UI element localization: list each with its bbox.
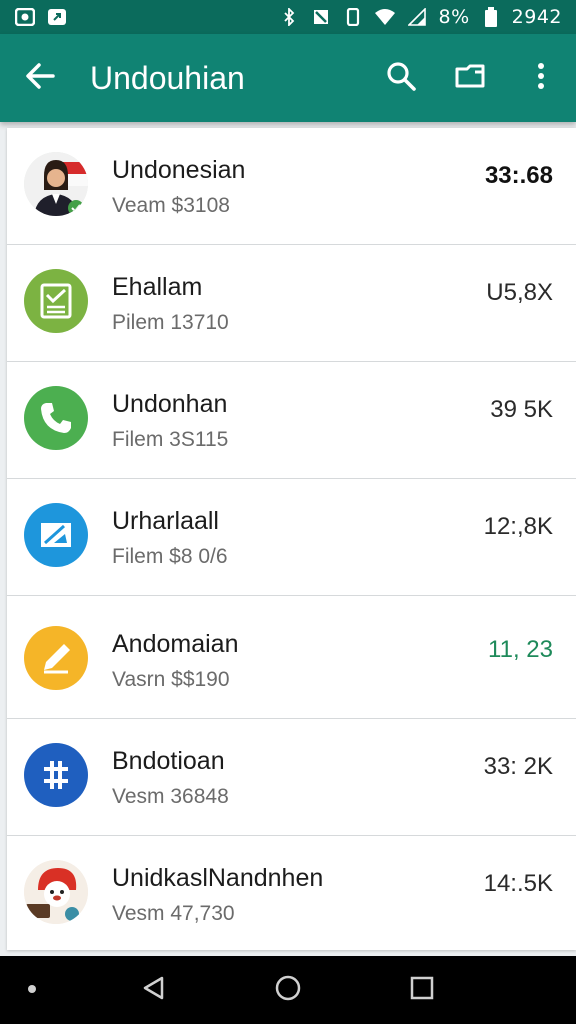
item-size: 33: 2K [483, 753, 553, 780]
list-item[interactable]: Ehallam Pilem 13710 U5,8X [7, 245, 576, 362]
status-bar: 8% 2942 [0, 0, 576, 34]
item-size: 11, 23 [488, 636, 553, 663]
item-subtitle: Vesm 47,730 [112, 902, 235, 925]
item-title: Urharlaall [112, 507, 219, 535]
item-title: Andomaian [112, 630, 239, 658]
item-title: UnidkaslNandnhen [112, 864, 324, 892]
list-item[interactable]: Bndotioan Vesm 36848 33: 2K [7, 719, 576, 836]
status-left [14, 7, 68, 27]
item-subtitle: Vesm 36848 [112, 785, 229, 808]
item-subtitle: Filem $8 0/6 [112, 545, 228, 568]
recents-square-icon [410, 976, 434, 1005]
arrow-back-icon [25, 62, 55, 95]
battery-icon [480, 7, 502, 27]
status-right: 8% 2942 [278, 6, 562, 28]
battery-percent: 8% [438, 6, 470, 28]
slider-icon [24, 743, 88, 807]
app-bar: Undouhian [0, 34, 576, 122]
clipboard-check-icon [24, 269, 88, 333]
back-triangle-icon [141, 975, 165, 1006]
nav-back-button[interactable] [108, 956, 198, 1024]
wifi-icon [374, 7, 396, 27]
search-button[interactable] [366, 34, 436, 122]
message-icon [46, 7, 68, 27]
person-avatar-icon [24, 152, 88, 216]
list-item[interactable]: Undonesian Veam $3108 33:.68 [7, 128, 576, 245]
pencil-icon [24, 626, 88, 690]
list-item[interactable]: Undonhan Filem 3S115 39 5K [7, 362, 576, 479]
item-title: Undonhan [112, 390, 228, 418]
page-title: Undouhian [90, 59, 245, 96]
item-subtitle: Filem 3S115 [112, 428, 229, 451]
dot-icon [27, 981, 37, 999]
list-item[interactable]: Andomaian Vasrn $$190 11, 23 [7, 602, 576, 719]
list-item[interactable]: Urharlaall Filem $8 0/6 12:,8K [7, 479, 576, 596]
home-circle-icon [274, 974, 302, 1007]
item-subtitle: Pilem 13710 [112, 311, 229, 334]
clock: 2942 [511, 6, 562, 28]
gallery-icon [14, 7, 36, 27]
phone-icon [24, 386, 88, 450]
item-subtitle: Vasrn $$190 [112, 668, 230, 691]
folder-icon [455, 63, 487, 94]
image-edit-icon [24, 503, 88, 567]
folder-button[interactable] [436, 34, 506, 122]
search-icon [386, 61, 416, 96]
item-title: Bndotioan [112, 747, 225, 775]
app-list: Undonesian Veam $3108 33:.68 Ehallam Pil… [7, 128, 576, 950]
list-item[interactable]: UnidkaslNandnhen Vesm 47,730 14:.5K [7, 836, 576, 953]
item-size: 33:.68 [484, 162, 553, 189]
nav-dot-button[interactable] [0, 956, 64, 1024]
item-size: 12:,8K [483, 513, 553, 540]
item-size: 14:.5K [483, 870, 553, 897]
more-vert-icon [537, 62, 545, 95]
nav-recents-button[interactable] [377, 956, 467, 1024]
bluetooth-icon [278, 7, 300, 27]
nav-home-button[interactable] [243, 956, 333, 1024]
back-button[interactable] [0, 34, 80, 122]
item-subtitle: Veam $3108 [112, 194, 230, 217]
item-title: Ehallam [112, 273, 203, 301]
more-options-button[interactable] [506, 34, 576, 122]
item-size: 39 5K [490, 396, 553, 423]
item-size: U5,8X [486, 279, 553, 306]
no-sim-icon [310, 7, 332, 27]
system-nav-bar [0, 956, 576, 1024]
mascot-icon [24, 860, 88, 924]
item-title: Undonesian [112, 156, 246, 184]
signal-icon [406, 7, 428, 27]
vibrate-icon [342, 7, 364, 27]
